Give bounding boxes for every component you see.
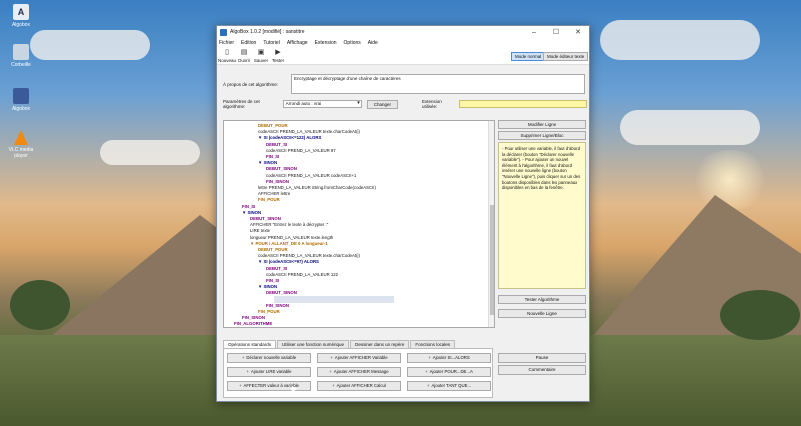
op-label: Déclarer nouvelle variable [246, 355, 297, 360]
plus-icon: + [425, 369, 428, 374]
desktop-icon-vlc[interactable]: VLC media player [6, 130, 36, 159]
algobox-file-icon [13, 88, 29, 104]
op-label: Ajouter LIRE variable [250, 369, 292, 374]
add-afficher-message-button[interactable]: + Ajouter AFFICHER Message [317, 367, 401, 377]
menu-options[interactable]: Options [344, 40, 361, 46]
comment-button[interactable]: Commentaire [498, 365, 586, 375]
op-label: Ajouter SI...ALORS [432, 355, 470, 360]
add-afficher-calcul-button[interactable]: + Ajouter AFFICHER Calcul [317, 381, 401, 391]
new-line-button[interactable]: Nouvelle Ligne [498, 309, 586, 318]
desktop-icon-label: Algobox [11, 22, 31, 28]
op-label: Ajouter AFFICHER Calcul [336, 383, 386, 388]
open-folder-icon: ▤ [240, 49, 248, 56]
maximize-button[interactable]: ☐ [545, 26, 567, 38]
toolbar: ▯ Nouveau ▤ Ouvrir ▣ Sauver ▶ Tester Mode no… [217, 47, 589, 65]
op-label: Ajouter POUR...DE...A [429, 369, 473, 374]
add-lire-variable-button[interactable]: + Ajouter LIRE variable [227, 367, 311, 377]
app-icon [220, 28, 227, 36]
code-line[interactable]: FIN_POUR [258, 196, 280, 203]
modify-line-button[interactable]: Modifier Ligne [498, 120, 586, 129]
new-label: Nouveau [218, 58, 237, 63]
play-icon: ▶ [275, 49, 281, 56]
scrollbar-thumb[interactable] [490, 205, 494, 315]
recycle-bin-icon [13, 44, 29, 60]
help-box: - Pour utiliser une variable, il faut d'… [498, 142, 586, 289]
open-label: Ouvrir [237, 58, 251, 63]
desktop-icon-label: VLC media player [8, 147, 34, 159]
menu-tutoriel[interactable]: Tutoriel [263, 40, 280, 46]
pause-button[interactable]: Pause [498, 353, 586, 363]
window-title: AlgoBox 1.0.2 [modifié] : sanstitre [230, 29, 305, 35]
extension-label: Extension utilisée: [422, 99, 442, 109]
algobox-app-icon: A [13, 4, 29, 20]
affecter-valeur-button[interactable]: + AFFECTER valeur à variable [227, 381, 311, 391]
save-button[interactable]: ▣ Sauver [253, 49, 269, 63]
add-afficher-variable-button[interactable]: + Ajouter AFFICHER Variable [317, 353, 401, 363]
save-icon: ▣ [257, 49, 265, 56]
plus-icon: + [426, 383, 430, 388]
mode-editor-button[interactable]: Mode éditeur texte [543, 52, 589, 61]
delete-line-button[interactable]: Supprimer Ligne/Bloc [498, 131, 586, 140]
plus-icon: + [428, 355, 431, 360]
test-algorithm-button[interactable]: Tester Algorithme [498, 295, 586, 304]
test-label: Tester [271, 58, 285, 63]
mode-normal-button[interactable]: Mode normal [511, 52, 546, 61]
menu-extension[interactable]: Extension [315, 40, 337, 46]
desktop-icon-recycle-bin[interactable]: Corbeille [6, 44, 36, 68]
about-section: À propos de cet algorithme: Encryptage e… [223, 74, 585, 96]
menu-bar: Fichier Edition Tutoriel Affichage Exten… [217, 38, 589, 47]
add-si-alors-button[interactable]: + Ajouter SI...ALORS [407, 353, 491, 363]
change-button[interactable]: Changer [366, 99, 399, 109]
tree [10, 280, 70, 330]
algorithm-tree[interactable]: DEBUT_POUR codeASCII PREND_LA_VALEUR text… [223, 120, 495, 328]
cloud [620, 110, 760, 145]
new-button[interactable]: ▯ Nouveau [218, 49, 237, 63]
code-line[interactable]: FIN_ALGORITHME [234, 320, 272, 327]
add-tant-que-button[interactable]: + Ajouter TANT QUE... [407, 381, 491, 391]
minimize-button[interactable]: – [523, 26, 545, 38]
desktop-icon-algobox-shortcut[interactable]: A Algobox [6, 4, 36, 28]
close-button[interactable]: ✕ [567, 26, 589, 38]
code-line-selected[interactable] [274, 295, 394, 303]
tree [720, 290, 800, 340]
params-select[interactable]: Arrondi auto : vrai [282, 100, 362, 108]
test-button[interactable]: ▶ Tester [270, 49, 286, 63]
menu-edition[interactable]: Edition [241, 40, 256, 46]
algobox-window: AlgoBox 1.0.2 [modifié] : sanstitre – ☐ … [216, 25, 590, 402]
plus-icon: + [239, 383, 242, 388]
title-bar[interactable]: AlgoBox 1.0.2 [modifié] : sanstitre – ☐ … [217, 26, 589, 38]
menu-aide[interactable]: Aide [368, 40, 378, 46]
add-pour-button[interactable]: + Ajouter POUR...DE...A [407, 367, 491, 377]
op-label: Ajouter TANT QUE... [431, 383, 472, 388]
operations-panel: + Déclarer nouvelle variable + Ajouter AFFI… [223, 348, 493, 398]
menu-affichage[interactable]: Affichage [287, 40, 308, 46]
plus-icon: + [330, 355, 333, 360]
open-button[interactable]: ▤ Ouvrir [236, 49, 252, 63]
vlc-cone-icon [14, 130, 28, 145]
op-label: Ajouter AFFICHER Message [333, 369, 389, 374]
plus-icon: + [329, 369, 332, 374]
declare-variable-button[interactable]: + Déclarer nouvelle variable [227, 353, 311, 363]
cloud [100, 140, 200, 165]
params-row: Paramètres de cet algorithme: Arrondi au… [223, 99, 587, 109]
desktop-icon-label: Algobox [11, 106, 31, 112]
about-textarea[interactable]: Encryptage et décryptage d'une chaîne de… [291, 74, 585, 94]
extension-field[interactable] [459, 100, 587, 108]
cloud [600, 20, 760, 60]
save-label: Sauver [253, 58, 269, 63]
code-scrollbar[interactable] [488, 121, 494, 327]
cloud [30, 30, 150, 60]
plus-icon: + [241, 355, 245, 360]
new-file-icon: ▯ [225, 49, 229, 56]
params-label: Paramètres de cet algorithme: [223, 99, 260, 109]
desktop-icon-label: Corbeille [11, 62, 31, 68]
plus-icon: + [246, 369, 249, 374]
plus-icon: + [332, 383, 335, 388]
about-label: À propos de cet algorithme: [223, 82, 279, 87]
desktop-icon-algobox[interactable]: Algobox [6, 88, 36, 112]
menu-fichier[interactable]: Fichier [219, 40, 234, 46]
op-label: Ajouter AFFICHER Variable [334, 355, 388, 360]
side-panel: Modifier Ligne Supprimer Ligne/Bloc - Po… [498, 120, 586, 320]
